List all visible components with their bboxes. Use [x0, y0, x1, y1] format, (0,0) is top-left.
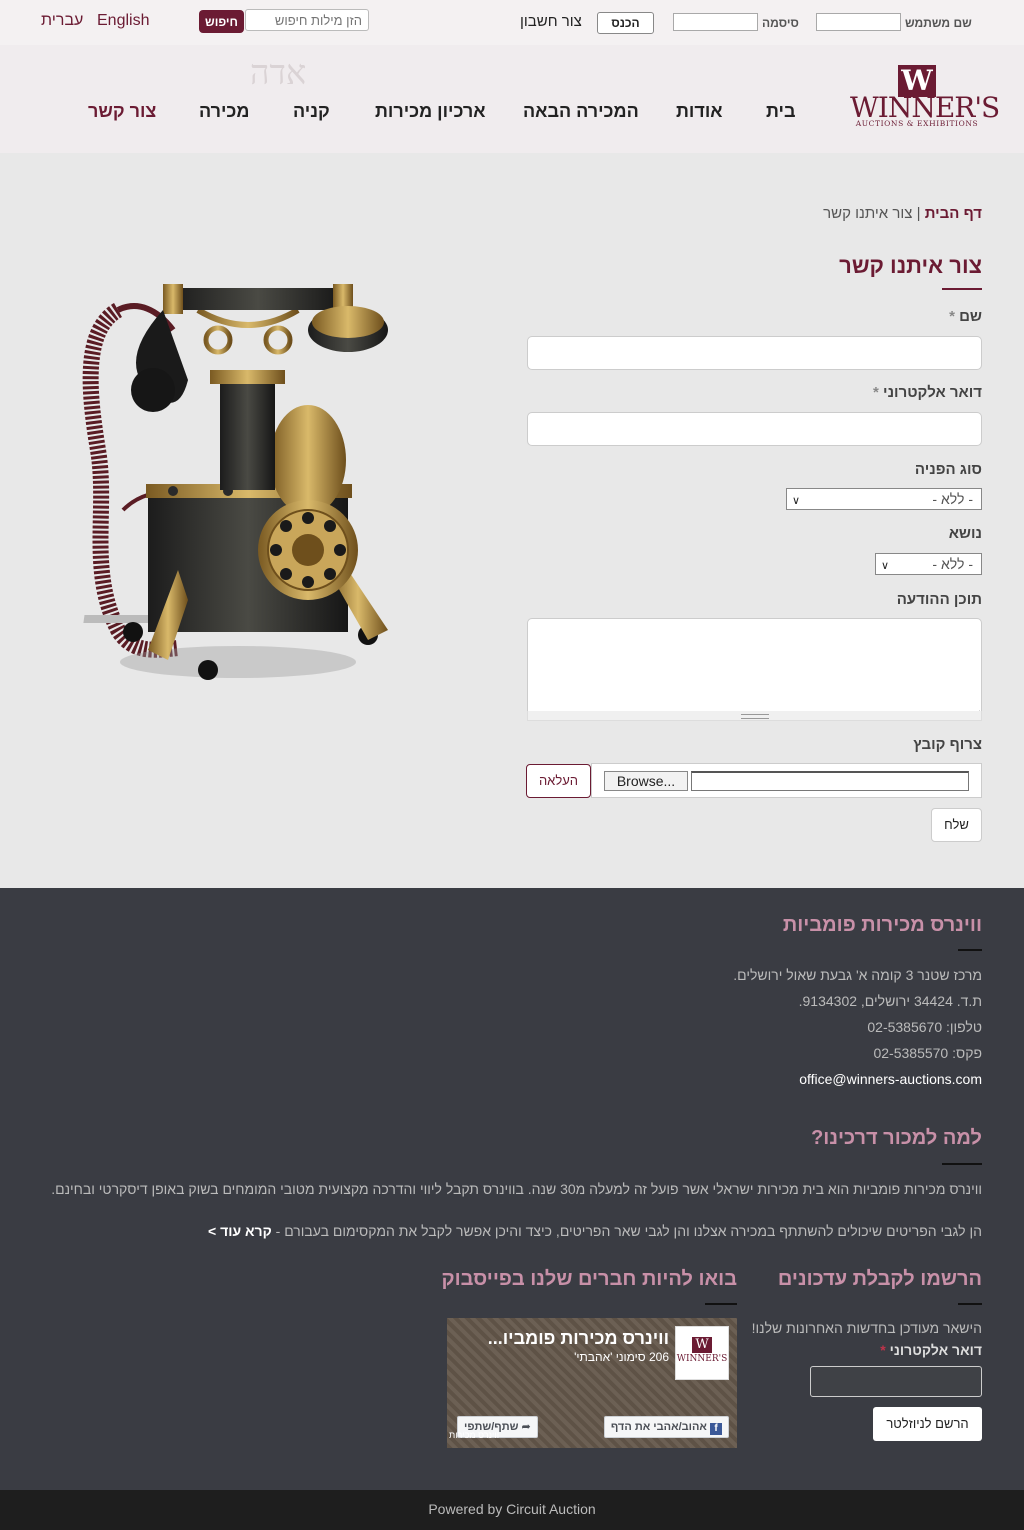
why-sell-text-2-body: הן לגבי הפריטים שיכולים להשתתף במכירה אצ…: [275, 1223, 982, 1239]
company-pobox: ת.ד. 34424 ירושלים, 9134302.: [798, 993, 982, 1009]
logo-wordmark: WINNER'S: [850, 91, 1000, 124]
newsletter-email-label-text: דואר אלקטרוני: [889, 1342, 982, 1358]
chevron-down-icon: ∨: [881, 560, 890, 572]
newsletter-subscribe-button[interactable]: הרשם לניוזלטר: [873, 1407, 982, 1441]
required-mark: *: [873, 384, 879, 401]
file-path-field[interactable]: [691, 771, 969, 791]
site-logo[interactable]: W WINNER'S AUCTIONS & EXHIBITIONS: [850, 65, 1000, 137]
company-address: מרכז שטנר 3 קומה א' גבעת שאול ירושלים.: [733, 967, 982, 983]
textarea-resize-handle[interactable]: [527, 711, 982, 721]
name-label-text: שם: [959, 308, 982, 325]
name-field-label: שם *: [949, 308, 982, 325]
why-sell-heading: למה למכור דרכינו?: [811, 1127, 982, 1149]
facebook-heading: בואו להיות חברים שלנו בפייסבוק: [441, 1268, 737, 1290]
nav-auction-archive[interactable]: ארכיון מכירות: [375, 101, 486, 122]
newsletter-email-label: דואר אלקטרוני *: [880, 1342, 982, 1358]
powered-by-bar: Powered by Circuit Auction: [0, 1490, 1024, 1530]
logo-subtitle: AUCTIONS & EXHIBITIONS: [855, 119, 979, 128]
nav-home[interactable]: בית: [766, 101, 796, 122]
site-footer: ווינרס מכירות פומביות מרכז שטנר 3 קומה א…: [0, 888, 1024, 1490]
why-sell-text: ווינרס מכירות פומביות הוא בית מכירות ישר…: [51, 1181, 982, 1197]
file-picker: Browse...: [591, 763, 982, 798]
share-arrow-icon: ➦: [521, 1421, 531, 1433]
thumbnail-wordmark: WINNER'S: [676, 1354, 728, 1364]
page-title: צור איתנו קשר: [839, 253, 982, 278]
email-label-text: דואר אלקטרוני: [883, 384, 982, 401]
search-button[interactable]: חיפוש: [199, 10, 244, 33]
read-more-link[interactable]: קרא עוד >: [208, 1223, 272, 1239]
facebook-like-count: 206 סימוני 'אהבתי': [574, 1350, 669, 1364]
heading-underline: [942, 1163, 982, 1165]
facebook-page-thumbnail[interactable]: W WINNER'S: [675, 1326, 729, 1380]
newsletter-text: הישאר מעודכן בחדשות האחרונות שלנו!: [751, 1320, 982, 1336]
inquiry-type-select[interactable]: - ללא - ∨: [786, 488, 982, 510]
breadcrumb-current: צור איתנו קשר: [823, 205, 913, 222]
main-content: דף הבית | צור איתנו קשר צור איתנו קשר שם…: [0, 153, 1024, 888]
title-underline: [942, 288, 982, 290]
logo-mark: W: [692, 1337, 712, 1353]
facebook-like-button[interactable]: f אהוב/אהבי את הדף: [603, 1416, 729, 1438]
name-input[interactable]: [527, 336, 982, 370]
company-fax: פקס: 02-5385570: [873, 1045, 982, 1061]
subject-select[interactable]: - ללא - ∨: [875, 553, 982, 575]
facebook-like-label: אהוב/אהבי את הדף: [610, 1421, 707, 1433]
send-button[interactable]: שלח: [931, 808, 982, 842]
inquiry-type-label: סוג הפניה: [914, 461, 982, 478]
nav-next-auction[interactable]: המכירה הבאה: [523, 101, 639, 122]
subject-value: - ללא -: [932, 556, 973, 572]
heading-underline: [705, 1303, 737, 1305]
nav-contact[interactable]: צור קשר: [88, 101, 156, 122]
facebook-page-name[interactable]: ווינרס מכירות פומביו...: [488, 1328, 669, 1349]
lang-hebrew-link[interactable]: עברית: [41, 12, 83, 30]
nav-about[interactable]: אודות: [676, 101, 723, 122]
message-label: תוכן ההודעה: [896, 591, 982, 608]
lang-english-link[interactable]: English: [97, 12, 149, 30]
breadcrumb-home-link[interactable]: דף הבית: [925, 205, 982, 222]
heading-underline: [958, 949, 982, 951]
password-input[interactable]: [673, 13, 758, 31]
site-header: ﬡﬢﬣ W WINNER'S AUCTIONS & EXHIBITIONS בי…: [0, 45, 1024, 153]
newsletter-email-input[interactable]: [810, 1366, 982, 1397]
required-mark: *: [949, 308, 955, 325]
username-label: שם משתמש: [905, 16, 972, 30]
heading-underline: [958, 1303, 982, 1305]
why-sell-text-2: הן לגבי הפריטים שיכולים להשתתף במכירה אצ…: [208, 1223, 982, 1239]
newsletter-heading: הרשמו לקבלת עדכונים: [777, 1268, 982, 1290]
antique-telephone-image: [82, 284, 388, 680]
chevron-down-icon: ∨: [792, 495, 801, 507]
username-input[interactable]: [816, 13, 901, 31]
required-mark: *: [880, 1342, 886, 1358]
login-button[interactable]: הכנס: [597, 12, 654, 34]
inquiry-type-value: - ללא -: [932, 491, 973, 507]
company-email-link[interactable]: office@winners-auctions.com: [799, 1071, 982, 1087]
nav-buy[interactable]: קניה: [293, 101, 330, 122]
decorative-map-script: ﬡﬢﬣ: [250, 53, 307, 93]
facebook-page-widget[interactable]: W WINNER'S ווינרס מכירות פומביו... 206 ס…: [447, 1318, 737, 1448]
email-field-label: דואר אלקטרוני *: [873, 384, 982, 401]
cover-logo-corner: ווינרס מכירות: [449, 1430, 500, 1440]
email-input[interactable]: [527, 412, 982, 446]
message-textarea[interactable]: [527, 618, 982, 720]
company-phone: טלפון: 02-5385670: [867, 1019, 982, 1035]
subject-label: נושא: [948, 525, 982, 542]
breadcrumb: דף הבית | צור איתנו קשר: [823, 205, 982, 222]
attach-file-label: צרוף קובץ: [913, 736, 982, 753]
top-utility-bar: שם משתמש סיסמה הכנס צור חשבון חיפוש Engl…: [0, 0, 1024, 45]
nav-sell[interactable]: מכירה: [199, 101, 249, 122]
breadcrumb-separator: |: [912, 205, 925, 222]
company-heading: ווינרס מכירות פומביות: [782, 914, 982, 936]
create-account-link[interactable]: צור חשבון: [520, 13, 582, 30]
upload-button[interactable]: העלאה: [526, 764, 591, 798]
facebook-icon: f: [710, 1423, 722, 1435]
search-input[interactable]: [245, 9, 369, 31]
password-label: סיסמה: [762, 16, 799, 30]
powered-by-text[interactable]: Powered by Circuit Auction: [428, 1501, 595, 1517]
browse-button[interactable]: Browse...: [604, 771, 688, 791]
